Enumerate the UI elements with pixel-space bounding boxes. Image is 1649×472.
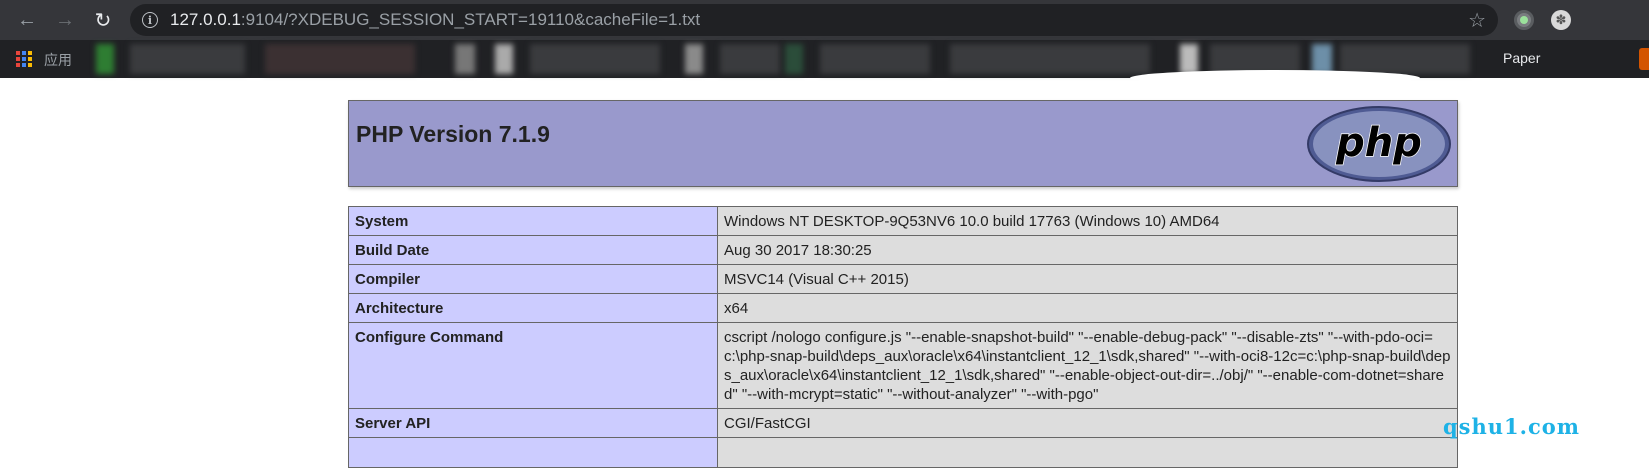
- forward-arrow-icon[interactable]: →: [50, 5, 80, 35]
- row-value: Aug 30 2017 18:30:25: [717, 235, 1458, 265]
- bookmark-blurred[interactable]: [720, 44, 780, 74]
- table-row: [348, 437, 1458, 468]
- table-row: Architecture x64: [348, 293, 1458, 323]
- phpinfo-header: PHP Version 7.1.9 php: [348, 100, 1458, 187]
- info-table: System Windows NT DESKTOP-9Q53NV6 10.0 b…: [348, 206, 1458, 468]
- watermark: qshu1.com: [1443, 414, 1580, 439]
- bookmark-blurred[interactable]: [130, 44, 245, 74]
- bookmark-blurred[interactable]: [685, 44, 703, 74]
- apps-grid-icon[interactable]: [16, 51, 32, 67]
- row-value: x64: [717, 293, 1458, 323]
- browser-toolbar: ← → ↻ i 127.0.0.1:9104/?XDEBUG_SESSION_S…: [0, 0, 1649, 40]
- bookmark-blurred[interactable]: [950, 44, 1150, 74]
- url-text[interactable]: 127.0.0.1:9104/?XDEBUG_SESSION_START=191…: [170, 10, 700, 30]
- row-value: Windows NT DESKTOP-9Q53NV6 10.0 build 17…: [717, 206, 1458, 236]
- bookmark-blurred[interactable]: [820, 44, 930, 74]
- row-key: Configure Command: [348, 322, 718, 409]
- bookmark-paper[interactable]: Paper: [1503, 50, 1540, 66]
- bookmark-apps[interactable]: 应用: [44, 50, 72, 70]
- table-row: System Windows NT DESKTOP-9Q53NV6 10.0 b…: [348, 206, 1458, 236]
- php-logo-text: php: [1335, 120, 1422, 166]
- extension-icon[interactable]: [1514, 10, 1534, 30]
- bookmark-blurred[interactable]: [495, 44, 513, 74]
- star-icon[interactable]: ☆: [1468, 8, 1486, 33]
- bookmark-blurred[interactable]: [1180, 44, 1198, 74]
- bookmark-blurred[interactable]: [455, 44, 475, 74]
- redaction-smudge: [1130, 70, 1420, 86]
- bookmarks-bar: 应用 Paper: [0, 40, 1649, 78]
- row-key: System: [348, 206, 718, 236]
- php-logo-icon[interactable]: php: [1307, 106, 1451, 182]
- info-icon[interactable]: i: [142, 12, 158, 28]
- bookmark-blurred[interactable]: [530, 44, 660, 74]
- table-row: Compiler MSVC14 (Visual C++ 2015): [348, 264, 1458, 294]
- table-row: Build Date Aug 30 2017 18:30:25: [348, 235, 1458, 265]
- row-key: Server API: [348, 408, 718, 438]
- url-path: :9104/?XDEBUG_SESSION_START=19110&cacheF…: [240, 10, 701, 29]
- bookmark-blurred[interactable]: [96, 44, 114, 74]
- row-key: Build Date: [348, 235, 718, 265]
- page-title: PHP Version 7.1.9: [356, 121, 550, 147]
- back-arrow-icon[interactable]: ←: [12, 5, 42, 35]
- row-value: MSVC14 (Visual C++ 2015): [717, 264, 1458, 294]
- row-value: [717, 437, 1458, 468]
- row-key: Compiler: [348, 264, 718, 294]
- row-key: Architecture: [348, 293, 718, 323]
- bookmark-overflow-icon[interactable]: [1639, 48, 1649, 70]
- url-host: 127.0.0.1: [170, 10, 241, 29]
- reload-icon[interactable]: ↻: [88, 5, 118, 35]
- bookmark-blurred[interactable]: [1340, 44, 1470, 74]
- row-value: CGI/FastCGI: [717, 408, 1458, 438]
- bookmark-blurred[interactable]: [785, 44, 803, 74]
- row-value: cscript /nologo configure.js "--enable-s…: [717, 322, 1458, 409]
- extension-icon[interactable]: ✽: [1551, 10, 1571, 30]
- bookmark-blurred[interactable]: [265, 44, 415, 74]
- row-key: [348, 437, 718, 468]
- table-row: Server API CGI/FastCGI: [348, 408, 1458, 438]
- address-bar[interactable]: i 127.0.0.1:9104/?XDEBUG_SESSION_START=1…: [130, 4, 1498, 36]
- table-row: Configure Command cscript /nologo config…: [348, 322, 1458, 409]
